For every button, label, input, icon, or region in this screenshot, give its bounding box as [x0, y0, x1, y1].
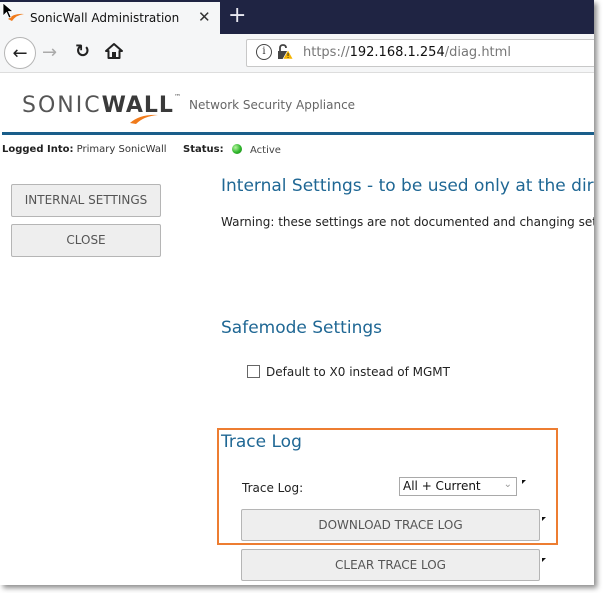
- download-trace-log-button[interactable]: DOWNLOAD TRACE LOG: [241, 509, 540, 541]
- trace-log-label: Trace Log:: [242, 481, 304, 495]
- trace-log-select[interactable]: All + Current ⌄: [399, 477, 517, 496]
- product-tagline: Network Security Appliance: [189, 98, 356, 112]
- url-text: https://192.168.1.254/diag.html: [303, 45, 511, 60]
- warning-text: Warning: these settings are not document…: [221, 215, 594, 229]
- tab-close-icon[interactable]: ✕: [198, 8, 211, 26]
- browser-window: SonicWall Administration ✕ + ← → ↻ i htt…: [0, 0, 594, 585]
- url-host: 192.168.1.254: [349, 45, 445, 60]
- logo-sonic: SONIC: [22, 93, 102, 118]
- browser-tab[interactable]: SonicWall Administration ✕: [0, 2, 220, 34]
- safemode-section-title: Safemode Settings: [221, 318, 382, 338]
- mouse-cursor-icon: [2, 2, 15, 19]
- tab-strip: SonicWall Administration ✕ +: [0, 0, 594, 34]
- reload-button[interactable]: ↻: [75, 41, 90, 62]
- logged-into-value: Primary SonicWall: [76, 144, 167, 155]
- status-label: Status:: [183, 144, 224, 155]
- forward-button[interactable]: →: [42, 42, 57, 63]
- help-marker-icon: [542, 558, 546, 562]
- default-x0-checkbox[interactable]: [247, 365, 260, 378]
- logged-into-info: Logged Into: Primary SonicWall: [2, 144, 167, 155]
- close-button[interactable]: CLOSE: [11, 224, 161, 257]
- url-bar[interactable]: i https://192.168.1.254/diag.html: [246, 39, 594, 67]
- new-tab-icon[interactable]: +: [228, 2, 246, 30]
- logo-swoosh-icon: [130, 114, 158, 124]
- navigation-bar: ← → ↻ i https://192.168.1.254/diag.html: [0, 34, 594, 73]
- url-scheme: https://: [303, 45, 350, 60]
- logo-trademark: ™: [173, 93, 181, 101]
- back-button[interactable]: ←: [4, 37, 36, 69]
- insecure-lock-icon[interactable]: [276, 43, 294, 61]
- status-active-icon: [232, 144, 242, 154]
- sonicwall-logo: SONICWALL™: [22, 93, 181, 124]
- info-icon[interactable]: i: [256, 44, 272, 60]
- arrow-left-icon: ←: [12, 42, 28, 64]
- page-title: Internal Settings - to be used only at t…: [221, 176, 594, 196]
- logged-into-label: Logged Into:: [2, 144, 74, 155]
- trace-log-section-title: Trace Log: [221, 432, 302, 452]
- tab-title: SonicWall Administration: [30, 11, 180, 25]
- internal-settings-button[interactable]: INTERNAL SETTINGS: [11, 184, 161, 217]
- chevron-down-icon: ⌄: [503, 479, 512, 490]
- header-divider: [2, 132, 594, 135]
- default-x0-label[interactable]: Default to X0 instead of MGMT: [266, 365, 450, 379]
- clear-trace-log-button[interactable]: CLEAR TRACE LOG: [241, 549, 540, 581]
- trace-log-selected-value: All + Current: [403, 479, 481, 493]
- help-marker-icon: [522, 480, 526, 484]
- home-icon[interactable]: [104, 41, 124, 61]
- status-value: Active: [250, 145, 281, 156]
- help-marker-icon: [542, 517, 546, 521]
- url-path: /diag.html: [444, 45, 511, 60]
